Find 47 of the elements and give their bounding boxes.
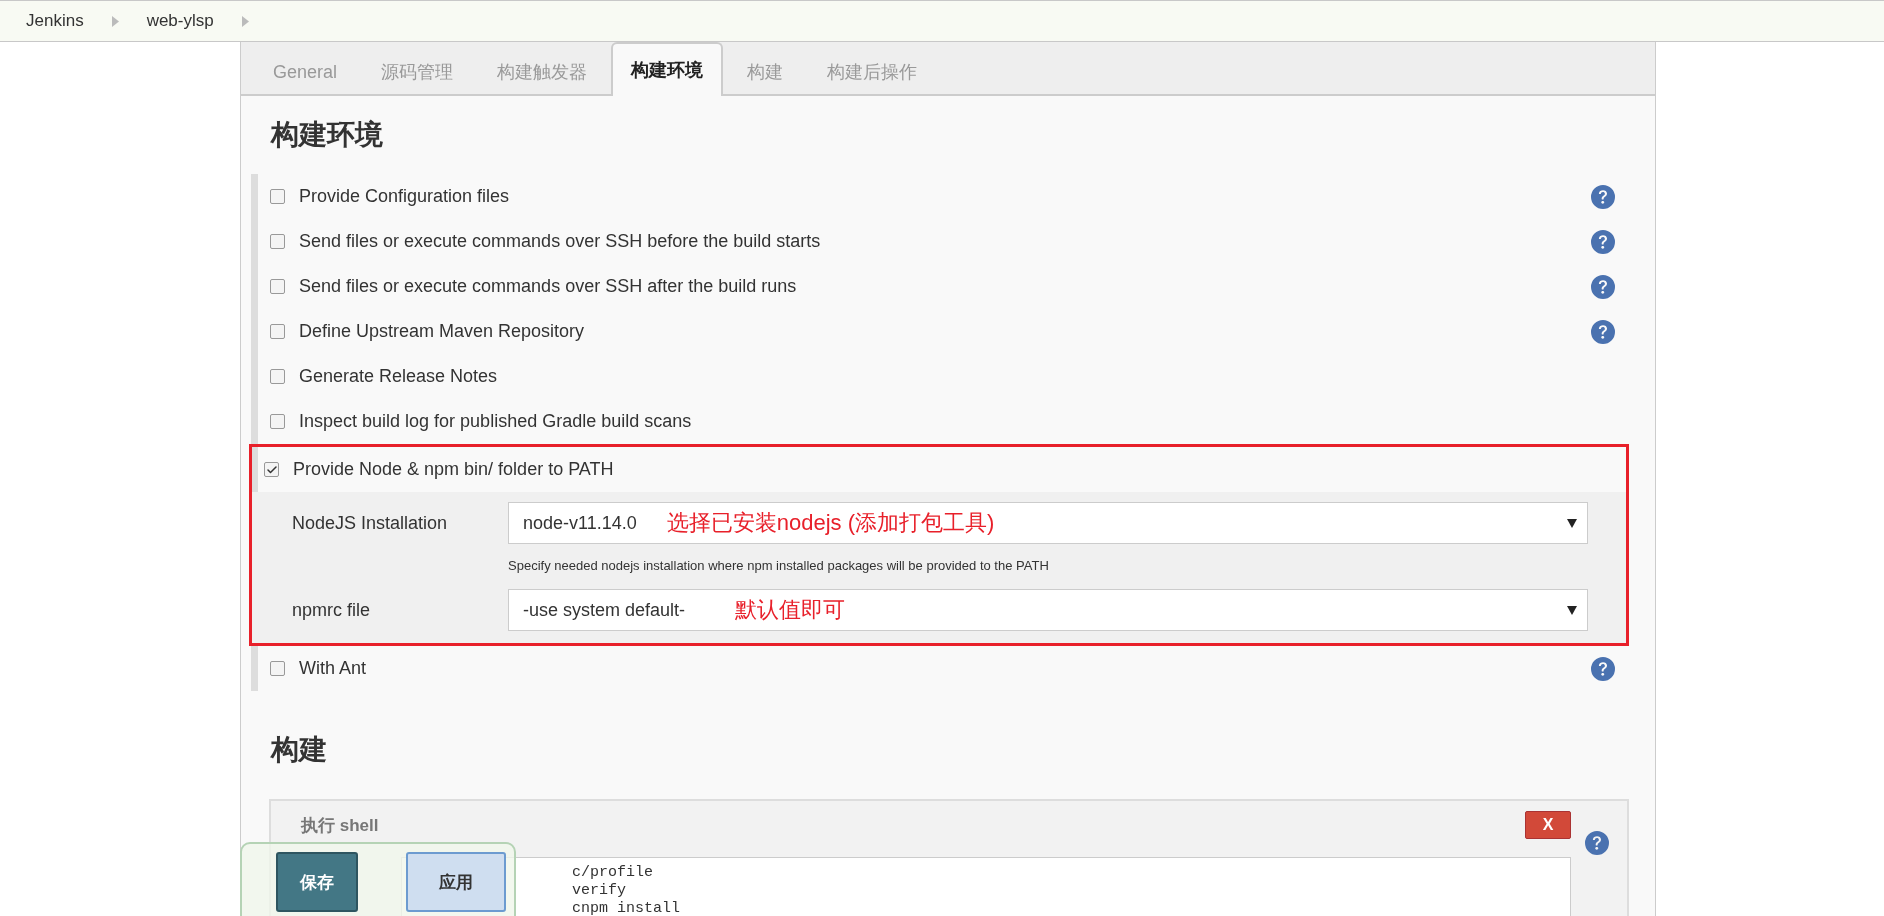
code-line: cnpm install xyxy=(572,900,682,916)
save-button[interactable]: 保存 xyxy=(276,852,358,912)
annotation-text: 选择已安装nodejs (添加打包工具) xyxy=(666,509,996,537)
dropdown-value: -use system default- xyxy=(523,599,686,621)
field-label: NodeJS Installation xyxy=(292,512,449,534)
field-label: npmrc file xyxy=(292,599,372,621)
breadcrumb-link[interactable]: Jenkins xyxy=(26,11,84,31)
option-label: Send files or execute commands over SSH before the build starts xyxy=(299,231,822,252)
caret-icon xyxy=(1567,518,1577,528)
help-icon[interactable] xyxy=(1591,229,1615,254)
option-label: Provide Configuration files xyxy=(299,186,511,207)
code-line: c/profile xyxy=(572,864,654,882)
section-heading: 构建 xyxy=(271,733,328,767)
checkbox[interactable] xyxy=(270,369,285,384)
option-label: Define Upstream Maven Repository xyxy=(299,321,586,342)
apply-button[interactable]: 应用 xyxy=(406,852,506,912)
checkbox[interactable] xyxy=(270,324,285,339)
checkbox[interactable] xyxy=(270,414,285,429)
option-label: Generate Release Notes xyxy=(299,366,499,387)
checkbox[interactable] xyxy=(270,189,285,204)
option-label: Send files or execute commands over SSH after the build runs xyxy=(299,276,798,297)
chevron-icon xyxy=(111,15,119,27)
tab[interactable]: 构建环境 xyxy=(611,42,724,96)
checkbox[interactable] xyxy=(270,661,285,676)
help-text: Specify needed nodejs installation where npm installed packages will be provided to the PATH xyxy=(508,558,1050,573)
dropdown-value: node-v11.14.0 xyxy=(523,512,637,534)
option-label: Inspect build log for published Gradle build scans xyxy=(299,411,693,432)
checkbox[interactable] xyxy=(264,462,279,477)
help-icon[interactable] xyxy=(1591,656,1615,681)
step-title: 执行 shell xyxy=(301,814,379,837)
caret-icon xyxy=(1567,605,1577,615)
breadcrumb-link[interactable]: web-ylsp xyxy=(146,11,214,31)
dropdown[interactable]: node-v11.14.0 选择已安装nodejs (添加打包工具) xyxy=(508,502,1588,544)
help-icon[interactable] xyxy=(1591,184,1615,209)
checkbox[interactable] xyxy=(270,234,285,249)
option-label: Provide Node & npm bin/ folder to PATH xyxy=(293,459,615,480)
help-icon[interactable] xyxy=(1591,274,1615,299)
help-icon[interactable] xyxy=(1591,319,1615,344)
annotation-text: 默认值即可 xyxy=(735,596,847,624)
help-icon[interactable] xyxy=(1585,831,1609,855)
option-label: With Ant xyxy=(299,658,368,679)
delete-button[interactable]: X xyxy=(1525,811,1571,839)
checkbox[interactable] xyxy=(270,279,285,294)
section-heading: 构建环境 xyxy=(271,118,384,152)
code-line: verify xyxy=(572,882,627,900)
chevron-icon xyxy=(241,15,249,27)
dropdown[interactable]: -use system default- 默认值即可 xyxy=(508,589,1588,631)
